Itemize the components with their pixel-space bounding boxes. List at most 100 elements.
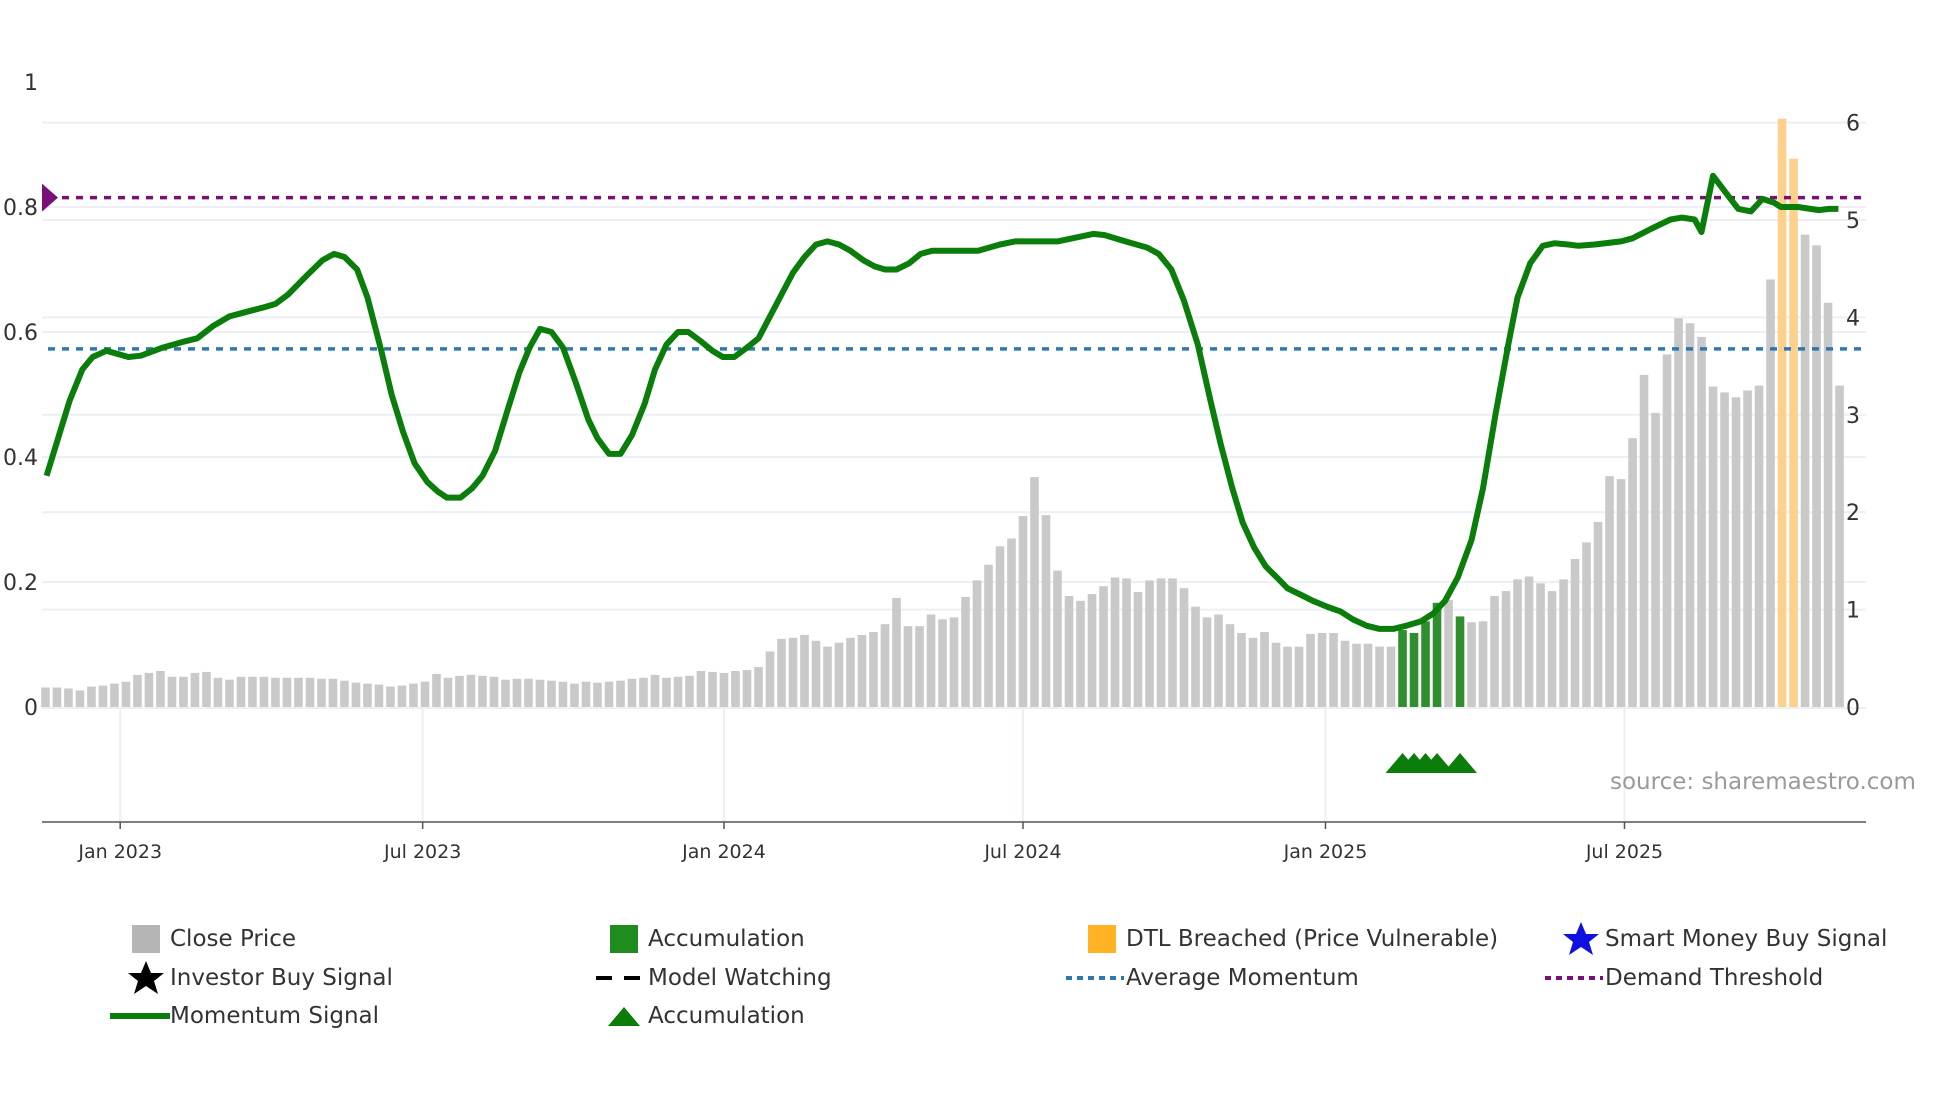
close-price-bar — [1225, 624, 1235, 707]
close-price-bar — [1145, 580, 1154, 707]
accumulation-bar — [1421, 621, 1430, 707]
close-price-bar — [1030, 477, 1039, 707]
close-price-bar — [248, 676, 257, 707]
momentum-series — [43, 172, 1839, 632]
close-price-bar — [857, 634, 867, 707]
close-price-bar — [1501, 591, 1511, 707]
close-price-bar — [800, 634, 809, 707]
close-price-bar — [1179, 588, 1189, 707]
right-tick-label: 0 — [1846, 696, 1860, 721]
close-price-bar — [98, 685, 108, 707]
close-price-bar — [294, 677, 303, 707]
legend-label: Accumulation — [648, 1003, 805, 1029]
close-price-bar — [1651, 412, 1660, 707]
accumulation-bar — [1455, 616, 1465, 707]
close-price-bar — [1616, 479, 1626, 707]
close-price-bar — [903, 626, 913, 707]
close-price-bar — [1582, 542, 1591, 707]
accumulation-bar — [1432, 602, 1442, 707]
close-price-bar — [1812, 245, 1821, 707]
close-price-bar — [466, 674, 476, 707]
close-price-bar — [1099, 586, 1108, 707]
close-price-bar — [363, 683, 372, 707]
close-price-bar — [443, 677, 453, 707]
close-price-bar — [754, 667, 763, 707]
close-price-bar — [1352, 643, 1361, 707]
legend-item-black-dashed-line: Model Watching — [596, 961, 832, 995]
left-tick-label: 1 — [24, 71, 38, 96]
close-price-bar — [1329, 632, 1338, 707]
close-price-bar — [915, 626, 924, 707]
close-price-bar — [1283, 646, 1292, 707]
legend-label: Smart Money Buy Signal — [1605, 926, 1888, 952]
close-price-bar — [1536, 583, 1545, 707]
close-price-bar — [1444, 599, 1453, 707]
close-price-bar — [1191, 606, 1200, 707]
close-price-bar — [317, 678, 326, 707]
close-price-bar — [190, 672, 200, 707]
legend-item-green-triangle: Accumulation — [608, 999, 805, 1033]
close-price-bar — [1708, 386, 1718, 707]
close-price-bar — [121, 681, 131, 707]
green-triangle-icon — [608, 1007, 640, 1026]
close-price-bar — [524, 678, 533, 707]
close-price-bar — [1271, 642, 1281, 707]
close-price-bar — [662, 677, 671, 707]
left-tick-label: 0.6 — [3, 321, 38, 346]
close-price-bar — [892, 597, 901, 707]
close-price-bar — [731, 670, 740, 707]
close-price-bar — [432, 673, 441, 707]
right-tick-label: 4 — [1846, 306, 1860, 331]
purple-dotted-line-icon — [1545, 976, 1603, 980]
close-price-bar — [1294, 646, 1304, 707]
close-price-bar — [1766, 279, 1775, 707]
close-price-bar — [880, 624, 890, 707]
close-price-bar — [501, 679, 510, 707]
right-tick-label: 6 — [1846, 112, 1860, 137]
legend-label: Average Momentum — [1126, 965, 1359, 991]
close-price-bar — [1524, 576, 1534, 707]
close-price-bar — [1306, 633, 1315, 707]
close-price-bar — [869, 632, 878, 707]
x-tick-label: Jan 2025 — [1283, 841, 1368, 863]
close-price-bar — [1375, 646, 1384, 707]
close-price-bar — [846, 637, 855, 707]
close-price-bar — [1467, 622, 1476, 707]
close-price-bar — [558, 681, 568, 707]
blue-dotted-line-icon — [1066, 976, 1124, 980]
close-price-bar — [478, 675, 487, 707]
close-price-bar — [719, 672, 729, 707]
legend-label: Accumulation — [648, 926, 805, 952]
accumulation-bar — [1398, 630, 1407, 707]
close-price-bar — [742, 669, 752, 707]
close-price-bar — [639, 677, 648, 707]
gridlines — [42, 121, 1866, 822]
close-price-bar — [1490, 595, 1499, 707]
close-price-bar — [1731, 397, 1741, 707]
close-price-bar — [1570, 558, 1580, 707]
close-price-bar — [1248, 637, 1258, 707]
close-price-bar — [52, 687, 62, 707]
close-price-bar — [1835, 385, 1844, 707]
close-price-bar — [179, 676, 188, 707]
close-price-bar — [420, 681, 430, 707]
close-price-bar — [765, 651, 775, 707]
close-price-bar — [1110, 577, 1120, 707]
left-tick-label: 0.2 — [3, 571, 38, 596]
close-price-bar — [110, 683, 119, 707]
close-price-bar — [1639, 374, 1649, 707]
close-price-bar — [1317, 632, 1327, 707]
close-price-bar — [926, 614, 936, 707]
close-price-bar — [1087, 594, 1097, 707]
gray-square-icon — [132, 925, 160, 953]
close-price-bar — [1260, 632, 1269, 707]
close-price-bar — [1754, 385, 1764, 707]
legend-label: Investor Buy Signal — [170, 965, 393, 991]
close-price-bar — [41, 687, 50, 707]
close-price-bar — [570, 683, 579, 707]
dtl-breached-bar — [1789, 158, 1798, 707]
close-price-bar — [397, 685, 407, 707]
close-price-bar — [961, 596, 970, 707]
close-price-bar — [1156, 578, 1166, 707]
close-price-bar — [409, 683, 418, 707]
